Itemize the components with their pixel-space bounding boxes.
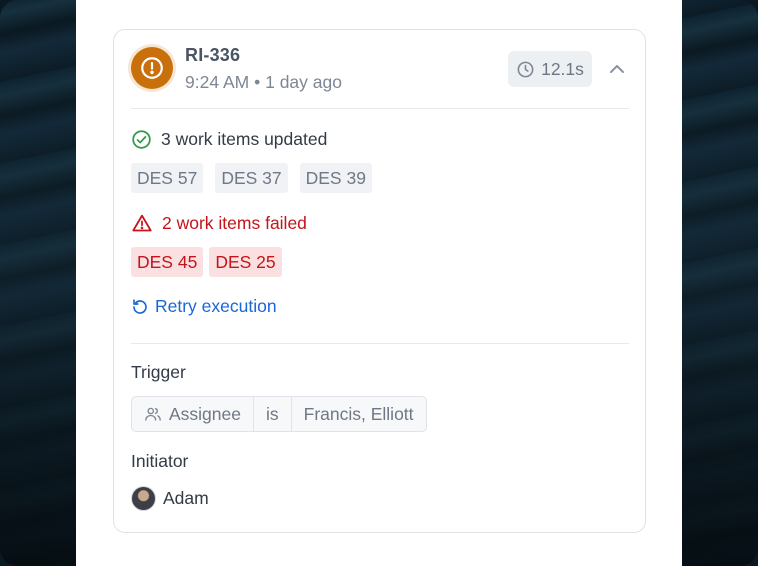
trigger-field-label: Assignee	[169, 403, 241, 424]
header-divider	[131, 108, 629, 109]
check-circle-icon	[132, 129, 151, 149]
work-item-chip[interactable]: DES 37	[215, 163, 288, 193]
retry-label: Retry execution	[155, 296, 277, 316]
initiator-user: Adam	[131, 486, 209, 511]
run-id: RI-336	[185, 45, 241, 65]
run-ago: 1 day ago	[265, 72, 342, 92]
updated-status: 3 work items updated	[131, 127, 327, 151]
trigger-heading: Trigger	[131, 362, 186, 382]
trigger-operator: is	[254, 397, 292, 431]
rotate-ccw-icon	[133, 298, 147, 314]
separator-dot: •	[254, 72, 266, 92]
chevron-up-icon	[610, 65, 624, 73]
work-item-chip[interactable]: DES 25	[209, 247, 282, 277]
collapse-button[interactable]	[606, 60, 628, 78]
duration-badge: 12.1s	[508, 51, 592, 87]
failed-items: DES 45 DES 25	[131, 247, 282, 277]
work-item-chip[interactable]: DES 57	[131, 163, 204, 193]
initiator-heading: Initiator	[131, 451, 189, 471]
duration-value: 12.1s	[541, 58, 584, 79]
work-item-chip[interactable]: DES 45	[131, 247, 204, 277]
retry-execution-link[interactable]: Retry execution	[131, 296, 277, 317]
section-divider	[131, 343, 629, 344]
alert-circle-icon	[131, 47, 173, 89]
run-header[interactable]: RI-336 9:24 AM • 1 day ago 12.1s	[114, 30, 645, 108]
run-timestamp: 9:24 AM • 1 day ago	[185, 72, 342, 93]
trigger-field: Assignee	[132, 397, 254, 431]
trigger-condition: Assignee is Francis, Elliott	[131, 396, 427, 432]
users-icon	[145, 407, 161, 421]
initiator-name: Adam	[163, 488, 209, 508]
updated-label: 3 work items updated	[161, 128, 328, 149]
failed-label: 2 work items failed	[162, 212, 307, 233]
work-item-chip[interactable]: DES 39	[299, 163, 372, 193]
avatar	[131, 486, 156, 511]
failed-status: 2 work items failed	[131, 211, 307, 235]
updated-items: DES 57 DES 37 DES 39	[131, 163, 372, 193]
warning-triangle-icon	[132, 214, 152, 231]
trigger-value: Francis, Elliott	[303, 403, 414, 424]
automation-panel: RI-336 9:24 AM • 1 day ago 12.1s 3 work …	[76, 0, 682, 566]
run-time: 9:24 AM	[185, 72, 250, 92]
run-card: RI-336 9:24 AM • 1 day ago 12.1s 3 work …	[113, 29, 646, 533]
clock-icon	[517, 61, 534, 77]
